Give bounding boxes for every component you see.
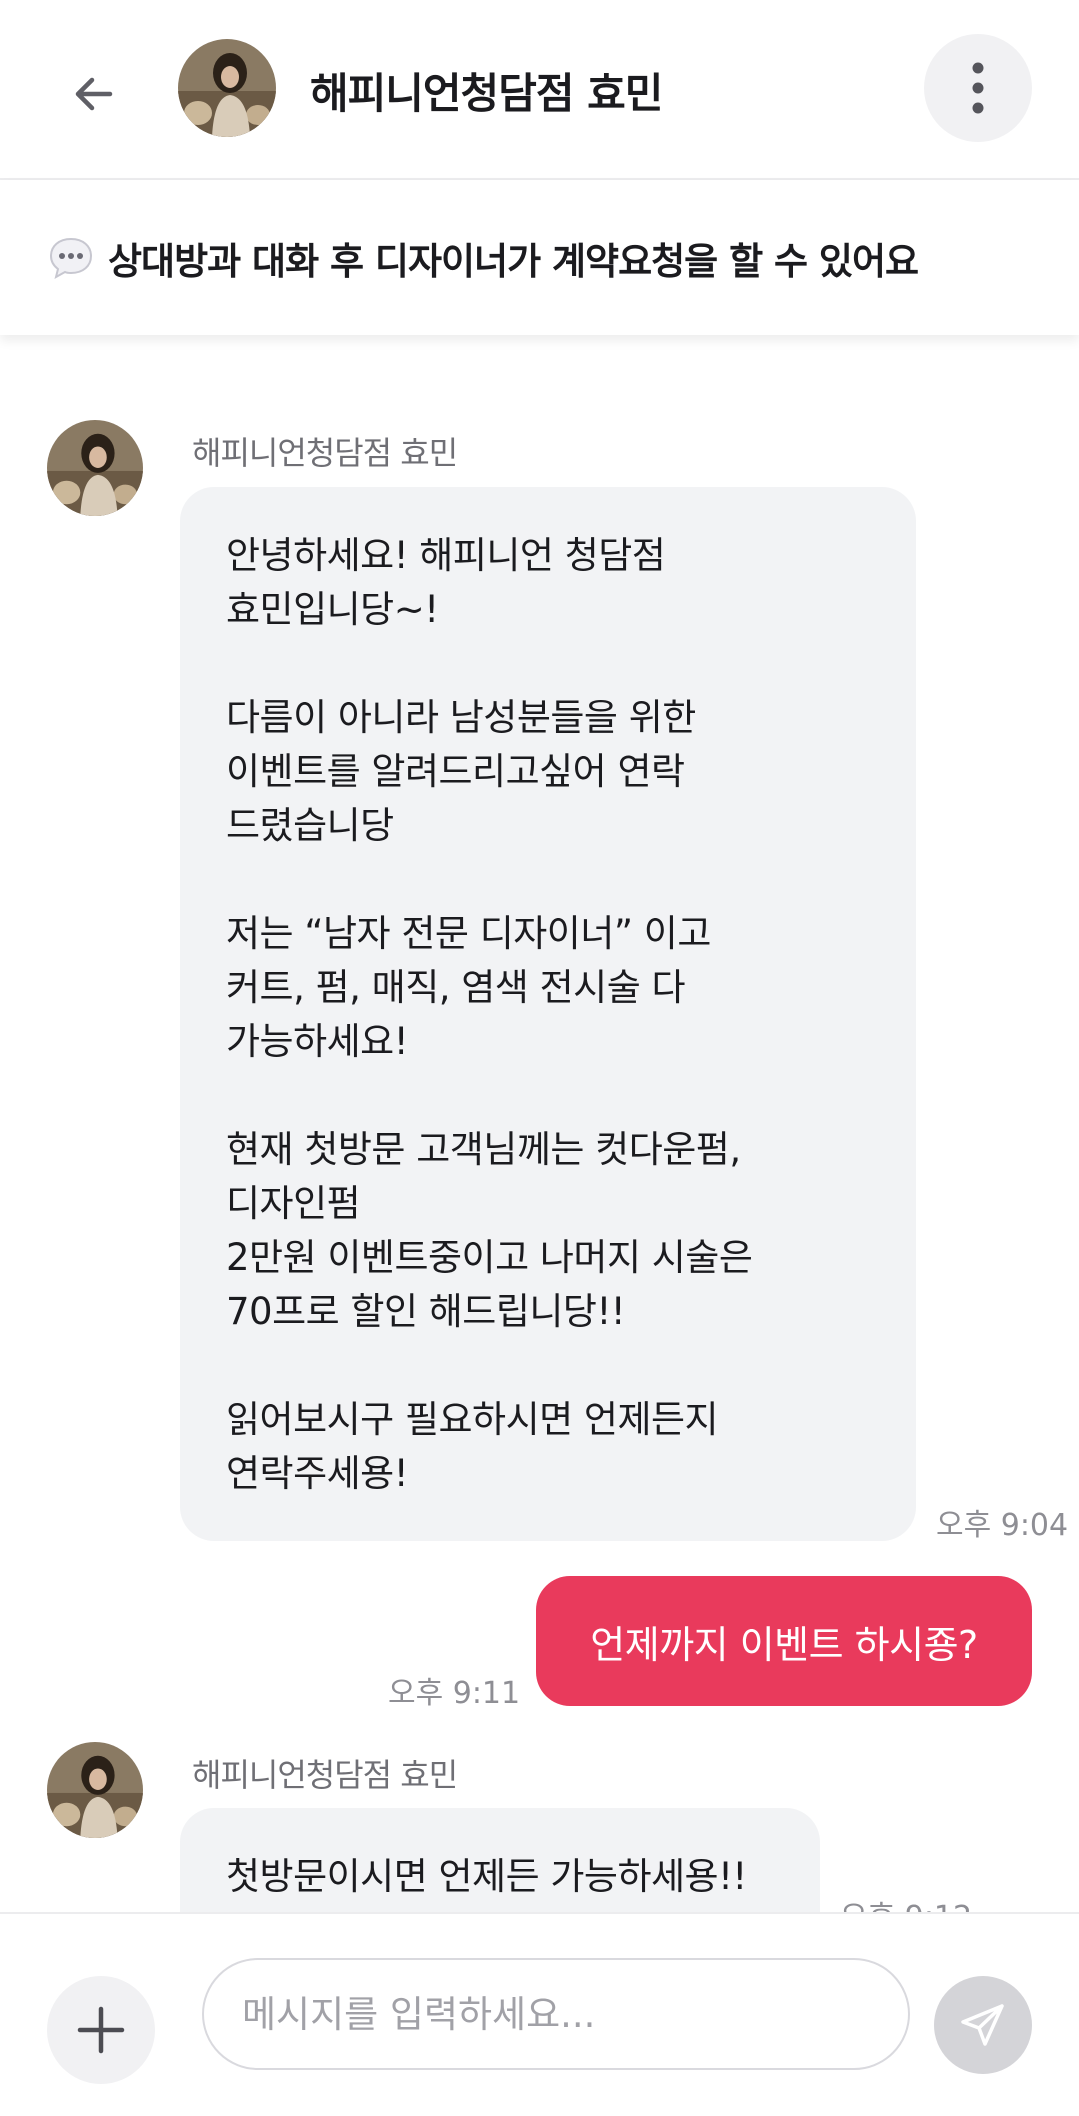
chat-header: 해피니언청담점 효민 [0, 0, 1079, 180]
more-vertical-icon [972, 62, 984, 114]
message-line: 디자인펌 [226, 1182, 361, 1225]
speech-bubble-icon [49, 237, 93, 279]
message-line: 효민입니당~! [226, 588, 439, 631]
message-paragraph: 읽어보시구 필요하시면 언제든지 연락주세용! [226, 1393, 870, 1501]
message-line: 드렸습니당 [226, 804, 394, 847]
message-line: 연락주세용! [226, 1452, 409, 1495]
notice-text: 상대방과 대화 후 디자이너가 계약요청을 할 수 있어요 [108, 239, 919, 283]
message-time: 오후 9:11 [388, 1676, 521, 1711]
avatar[interactable] [47, 420, 143, 516]
incoming-message-bubble[interactable]: 안녕하세요! 해피니언 청담점 효민입니당~! 다름이 아니라 남성분들을 위한… [180, 487, 916, 1541]
message-paragraph: 현재 첫방문 고객님께는 컷다운펌, 디자인펌 2만원 이벤트중이고 나머지 시… [226, 1123, 870, 1339]
outgoing-message-bubble[interactable]: 언제까지 이벤트 하시죵? [536, 1576, 1032, 1706]
arrow-left-icon [75, 77, 113, 111]
message-line: 저는 “남자 전문 디자이너” 이고 [226, 912, 711, 955]
message-line: 현재 첫방문 고객님께는 컷다운펌, [226, 1128, 741, 1171]
message-paragraph: 저는 “남자 전문 디자이너” 이고 커트, 펌, 매직, 염색 전시술 다 가… [226, 907, 870, 1069]
message-paragraph: 다름이 아니라 남성분들을 위한 이벤트를 알려드리고싶어 연락 드렸습니당 [226, 691, 870, 853]
message-line: 읽어보시구 필요하시면 언제든지 [226, 1398, 719, 1441]
message-line: 안녕하세요! 해피니언 청담점 [226, 534, 666, 577]
message-line: 다름이 아니라 남성분들을 위한 [226, 696, 696, 739]
send-icon [961, 2004, 1004, 2046]
sender-name: 해피니언청담점 효민 [192, 1756, 458, 1794]
plus-icon [77, 2006, 125, 2054]
message-line: 이벤트를 알려드리고싶어 연락 [226, 750, 685, 793]
contract-notice: 상대방과 대화 후 디자이너가 계약요청을 할 수 있어요 [0, 180, 1079, 335]
avatar[interactable] [47, 1742, 143, 1838]
message-line: 70프로 할인 해드립니당!! [226, 1290, 626, 1333]
message-time: 오후 9:04 [936, 1508, 1069, 1543]
message-line: 커트, 펌, 매직, 염색 전시술 다 [226, 966, 686, 1009]
back-button[interactable] [54, 54, 134, 134]
more-options-button[interactable] [924, 34, 1032, 142]
sender-name: 해피니언청담점 효민 [192, 434, 458, 472]
avatar[interactable] [178, 39, 276, 137]
send-button[interactable] [934, 1976, 1032, 2074]
message-paragraph: 안녕하세요! 해피니언 청담점 효민입니당~! [226, 529, 870, 637]
message-input[interactable] [202, 1958, 910, 2070]
message-line: 첫방문이시면 언제든 가능하세용!! [226, 1855, 747, 1898]
attach-button[interactable] [47, 1976, 155, 2084]
message-composer [0, 1912, 1079, 2116]
message-line: 2만원 이벤트중이고 나머지 시술은 [226, 1236, 753, 1279]
chat-title: 해피니언청담점 효민 [310, 69, 663, 118]
message-line: 가능하세요! [226, 1020, 409, 1063]
